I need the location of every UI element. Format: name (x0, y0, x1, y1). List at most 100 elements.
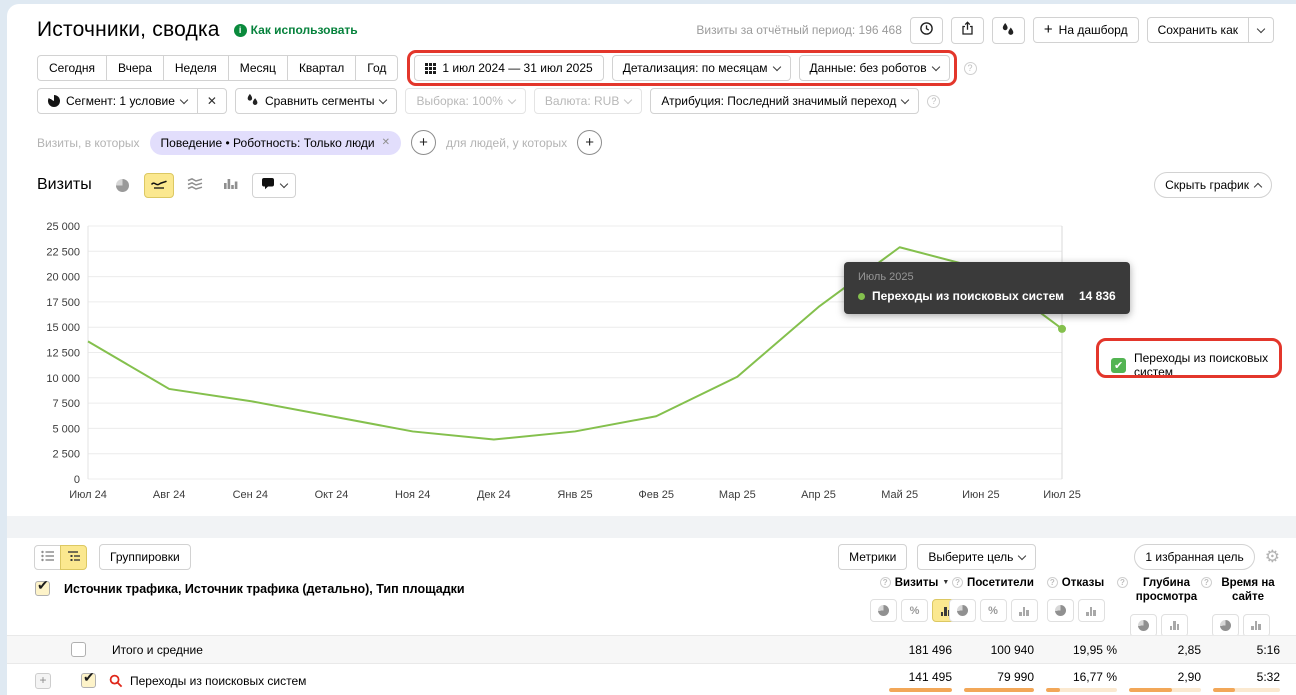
hide-chart-button[interactable]: Скрыть график (1154, 172, 1272, 198)
preset-button-4[interactable]: Квартал (286, 55, 357, 81)
preset-button-1[interactable]: Вчера (106, 55, 164, 81)
visits-line-chart[interactable]: 0 2 500 5 000 7 500 10 000 12 500 15 000 17 500… (7, 216, 1296, 504)
svg-text:15 000: 15 000 (46, 322, 80, 334)
chart-type-stacked-button[interactable] (180, 173, 210, 198)
svg-text:17 500: 17 500 (46, 297, 80, 309)
help-icon: ? (952, 577, 964, 588)
tooltip-period: Июль 2025 (858, 271, 914, 283)
preset-button-0[interactable]: Сегодня (37, 55, 107, 81)
gear-icon[interactable]: ⚙ (1265, 547, 1280, 567)
add-visit-filter-button[interactable]: + (410, 130, 436, 155)
column-header[interactable]: ? Отказы (1046, 576, 1104, 590)
calendar-grid-icon (425, 62, 437, 74)
svg-text:7 500: 7 500 (52, 398, 80, 410)
table-header-row: Источник трафика, Источник трафика (дета… (7, 576, 1296, 637)
compare-segments-dropdown[interactable]: Сравнить сегменты (234, 88, 398, 114)
metric-display-percent-button[interactable]: % (901, 599, 928, 623)
chart-type-columns-button[interactable] (216, 173, 246, 198)
preset-button-5[interactable]: Год (355, 55, 399, 81)
chevron-down-icon (1018, 551, 1027, 560)
search-engine-icon (109, 674, 123, 688)
metric-cell: 141 495 (877, 670, 952, 692)
detalization-dropdown[interactable]: Детализация: по месяцам (611, 55, 791, 81)
choose-goal-dropdown[interactable]: Выберите цель (917, 544, 1037, 570)
date-range-button[interactable]: 1 июл 2024 — 31 июл 2025 (414, 55, 604, 81)
column-header[interactable]: ? Посетители (952, 576, 1034, 590)
metric-display-bars-button[interactable] (1242, 613, 1270, 637)
metric-display-pie-button[interactable] (948, 599, 976, 623)
svg-text:Мар 25: Мар 25 (719, 489, 756, 501)
sources-table: Группировки Метрики Выберите цель 1 избр… (7, 538, 1296, 695)
list-view-icon (40, 550, 55, 565)
attribution-dropdown[interactable]: Атрибуция: Последний значимый переход (650, 88, 920, 114)
metric-value: 79 990 (997, 669, 1034, 684)
history-button[interactable] (909, 16, 943, 44)
visits-filter-label: Визиты, в которых (37, 135, 140, 150)
comment-bubble-icon (261, 177, 275, 193)
help-icon: ? (879, 577, 891, 588)
column-header[interactable]: ? Глубина просмотра (1117, 576, 1201, 605)
table-row: Итого и средние 181 496 100 940 19,95 % 2,85… (7, 635, 1296, 664)
metric-cell: 5:16 (1201, 643, 1280, 657)
svg-text:Май 25: Май 25 (881, 489, 918, 501)
metric-display-percent-button[interactable]: % (979, 599, 1007, 623)
svg-text:2 500: 2 500 (52, 449, 80, 461)
column-header[interactable]: ? Время на сайте (1201, 576, 1280, 605)
list-view-button[interactable] (34, 544, 61, 570)
legend-checkbox[interactable] (1111, 357, 1126, 373)
data-mode-dropdown[interactable]: Данные: без роботов (798, 55, 950, 81)
groupings-button[interactable]: Группировки (99, 544, 191, 570)
row-checkbox[interactable] (71, 642, 86, 657)
compare-button[interactable] (991, 16, 1025, 44)
metric-display-pie-button[interactable] (1130, 613, 1157, 637)
metric-value: 181 496 (908, 642, 952, 657)
chart-type-pie-button[interactable] (108, 173, 138, 198)
preset-button-2[interactable]: Неделя (162, 55, 229, 81)
value-bar (889, 687, 952, 692)
save-as-button[interactable]: Сохранить как (1146, 17, 1249, 43)
chevron-down-icon (1256, 24, 1266, 33)
segment-dropdown[interactable]: Сегмент: 1 условие (37, 88, 198, 114)
metric-display-pie-button[interactable] (1046, 599, 1074, 623)
help-icon[interactable]: ? (963, 61, 977, 75)
remove-filter-icon[interactable]: ✕ (382, 137, 390, 148)
svg-text:0: 0 (74, 474, 80, 486)
metric-columns-header: ? Визиты ▼% ? Посетители% ? Отказы ? Глубина про… (870, 576, 1296, 637)
bars-toggle-icon (1086, 606, 1096, 616)
expand-row-button[interactable]: + (35, 672, 51, 689)
add-people-filter-button[interactable]: + (577, 130, 603, 155)
filter-chip-robots[interactable]: Поведение • Роботность: Только люди ✕ (149, 130, 401, 155)
tree-view-button[interactable] (60, 544, 87, 570)
save-as-split-button: Сохранить как (1146, 17, 1274, 43)
export-button[interactable] (950, 16, 984, 44)
chevron-down-icon (931, 62, 940, 71)
chart-type-line-button[interactable] (143, 172, 174, 198)
chart-area: 0 2 500 5 000 7 500 10 000 12 500 15 000 17 500… (7, 216, 1296, 504)
preset-button-3[interactable]: Месяц (227, 55, 288, 81)
metrics-button[interactable]: Метрики (838, 544, 908, 570)
metric-display-bars-button[interactable] (1077, 599, 1105, 623)
row-checkbox[interactable] (81, 669, 96, 688)
select-all-checkbox[interactable] (35, 577, 50, 596)
metric-display-pie-button[interactable] (1211, 613, 1239, 637)
metric-cell: 2,90 (1117, 670, 1201, 692)
sampling-dropdown[interactable]: Выборка: 100% (405, 88, 526, 114)
favorite-goal-badge[interactable]: 1 избранная цель (1134, 544, 1255, 570)
metric-column-3: ? Глубина просмотра (1117, 576, 1201, 637)
chart-legend: Переходы из поисковых систем (1111, 351, 1296, 379)
row-label[interactable]: Переходы из поисковых систем (130, 674, 306, 688)
metric-display-bars-button[interactable] (1161, 613, 1188, 637)
annotations-dropdown[interactable] (251, 172, 296, 198)
svg-text:10 000: 10 000 (46, 373, 80, 385)
help-icon[interactable]: ? (927, 94, 941, 108)
sort-desc-icon: ▼ (942, 579, 950, 586)
clear-segment-button[interactable]: ✕ (196, 88, 227, 114)
bars-toggle-icon (1251, 620, 1261, 631)
save-as-menu-button[interactable] (1248, 17, 1274, 43)
add-to-dashboard-button[interactable]: + На дашборд (1032, 17, 1139, 43)
segment-split: Сегмент: 1 условие ✕ (37, 88, 227, 114)
how-to-use-link[interactable]: i Как использовать (233, 23, 358, 37)
metric-display-pie-button[interactable] (870, 599, 897, 623)
currency-dropdown[interactable]: Валюта: RUB (533, 88, 643, 114)
column-header[interactable]: ? Визиты ▼ (879, 576, 950, 590)
